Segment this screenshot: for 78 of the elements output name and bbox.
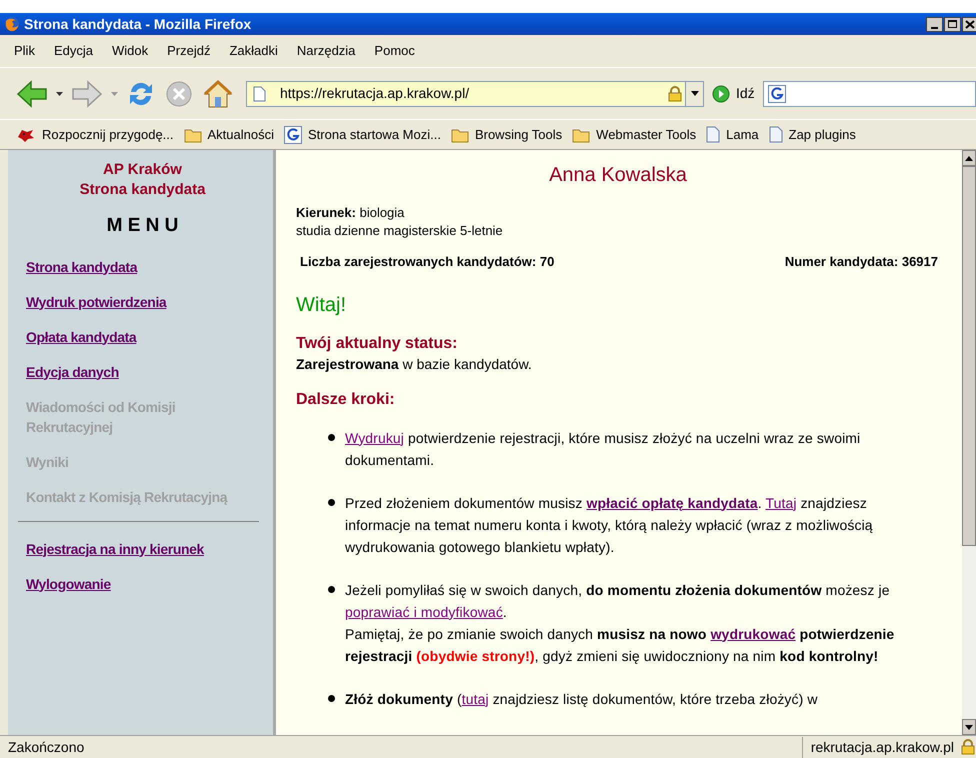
go-icon[interactable] <box>712 84 730 102</box>
menu-item[interactable]: Narzędzia <box>296 41 356 61</box>
step-text: Wydrukuj potwierdzenie rejestracji, które musisz złożyć na uczelni wraz ze swoimi dokumentami. <box>345 428 862 470</box>
field-of-study: Kierunek: biologia <box>296 204 406 222</box>
url-text: https://rekrutacja.ap.krakow.pl/ <box>280 84 470 103</box>
caret-icon <box>690 91 698 96</box>
menu-heading: M E N U <box>106 214 178 238</box>
maximize-button[interactable] <box>944 16 961 32</box>
page-icon <box>706 126 720 143</box>
bookmark-item[interactable]: Lama <box>726 124 759 144</box>
greeting: Witaj! <box>296 292 347 318</box>
menu-item[interactable]: Przejdź <box>167 41 210 61</box>
stop-icon[interactable] <box>164 78 194 108</box>
close-button[interactable] <box>962 16 976 32</box>
bookmark-item[interactable]: Browsing Tools <box>474 124 562 144</box>
bookmark-item[interactable]: Strona startowa Mozi... <box>308 124 441 144</box>
home-icon[interactable] <box>202 78 234 108</box>
firefox-icon <box>4 16 20 32</box>
text-link[interactable]: Tutaj <box>765 494 797 510</box>
status-text: Zakończono <box>7 738 86 756</box>
status-text: Zarejestrowana w bazie kandydatów. <box>296 354 533 374</box>
step-text: Przed złożeniem dokumentów musisz wpłacić opłatę kandydata. Tutaj znajdziesz informacje na temat numeru konta i kwoty, którą należy wpłacić (wraz z możliwością wydrukowania gotowego blankietu wpłaty). <box>345 494 874 557</box>
padlock-icon <box>960 739 976 755</box>
menu-item[interactable]: Widok <box>112 41 148 61</box>
sidebar-link[interactable]: Rejestracja na inny kierunek <box>26 538 204 558</box>
menu-item[interactable]: Plik <box>14 41 35 61</box>
text-link[interactable]: tutaj <box>462 690 489 706</box>
sidebar-title: AP Kraków <box>103 160 182 180</box>
menu-item[interactable]: Pomoc <box>374 41 415 61</box>
page-icon <box>768 126 783 143</box>
text-link[interactable]: wpłacić opłatę kandydata <box>586 494 758 510</box>
bullet-icon <box>328 694 335 702</box>
minimize-button[interactable] <box>926 16 943 32</box>
sidebar-link[interactable]: Strona kandydata <box>26 256 138 276</box>
folder-icon <box>450 126 469 142</box>
step-text: Pamiętaj, że po zmianie swoich danych musisz na nowo wydrukować potwierdzenie rejestracji (obydwie strony!), gdyż zmieni się uwidoczniony na nim kod kontrolny! <box>345 624 896 666</box>
bookmark-item[interactable]: Webmaster Tools <box>596 124 696 144</box>
sidebar-link[interactable]: Edycja danych <box>26 362 119 382</box>
scroll-up-icon[interactable] <box>965 156 973 160</box>
address-field[interactable]: https://rekrutacja.ap.krakow.pl/ <box>246 80 704 106</box>
window-title: Strona kandydata - Mozilla Firefox <box>24 14 252 34</box>
text-link[interactable]: Wydrukuj <box>345 430 404 446</box>
step-text: Jeżeli pomyliłaś się w swoich danych, do momentu złożenia dokumentów możesz je poprawiać i modyfikować. <box>345 580 891 622</box>
page-icon <box>253 86 266 102</box>
menu-item[interactable]: Edycja <box>54 41 93 61</box>
sidebar-link[interactable]: Wylogowanie <box>26 574 111 594</box>
study-mode: studia dzienne magisterskie 5-letnie <box>296 222 504 240</box>
google-icon <box>768 84 786 102</box>
scrollbar[interactable] <box>962 150 976 735</box>
bullet-icon <box>328 498 335 506</box>
status-heading: Twój aktualny status: <box>296 334 459 354</box>
dropdown-button[interactable] <box>685 82 703 106</box>
candidate-name: Anna Kowalska <box>549 163 687 188</box>
bullet-icon <box>328 586 335 592</box>
folder-icon <box>184 126 202 142</box>
folder-icon <box>572 126 590 142</box>
text-link[interactable]: wydrukować <box>710 626 796 642</box>
sidebar-title: Strona kandydata <box>80 180 206 200</box>
sidebar-link[interactable]: Opłata kandydata <box>26 326 136 346</box>
scroll-down-icon[interactable] <box>965 724 973 730</box>
padlock-icon <box>667 86 683 102</box>
back-arrow-icon[interactable] <box>16 80 48 108</box>
candidate-count: Liczba zarejestrowanych kandydatów: 70 <box>300 253 554 271</box>
candidate-number: Numer kandydata: 36917 <box>784 253 938 271</box>
go-label[interactable]: Idź <box>736 83 755 104</box>
search-field[interactable] <box>762 80 976 106</box>
bullet-icon <box>328 434 335 440</box>
bookmark-item[interactable]: Zap plugins <box>788 124 856 144</box>
status-host: rekrutacja.ap.krakow.pl <box>802 736 960 758</box>
google-icon <box>284 126 302 144</box>
caret-icon[interactable] <box>56 92 63 96</box>
menu-item[interactable]: Zakładki <box>229 41 278 61</box>
bookmark-item[interactable]: Rozpocznij przygodę... <box>42 124 174 144</box>
bookmark-item[interactable]: Aktualności <box>208 124 274 144</box>
steps-heading: Dalsze kroki: <box>296 390 396 410</box>
sidebar-link[interactable]: Wydruk potwierdzenia <box>26 292 166 312</box>
step-text: Złóż dokumenty (tutaj znajdziesz listę dokumentów, które trzeba złożyć) w <box>345 690 818 709</box>
text-link[interactable]: poprawiać i modyfikować <box>345 604 503 620</box>
